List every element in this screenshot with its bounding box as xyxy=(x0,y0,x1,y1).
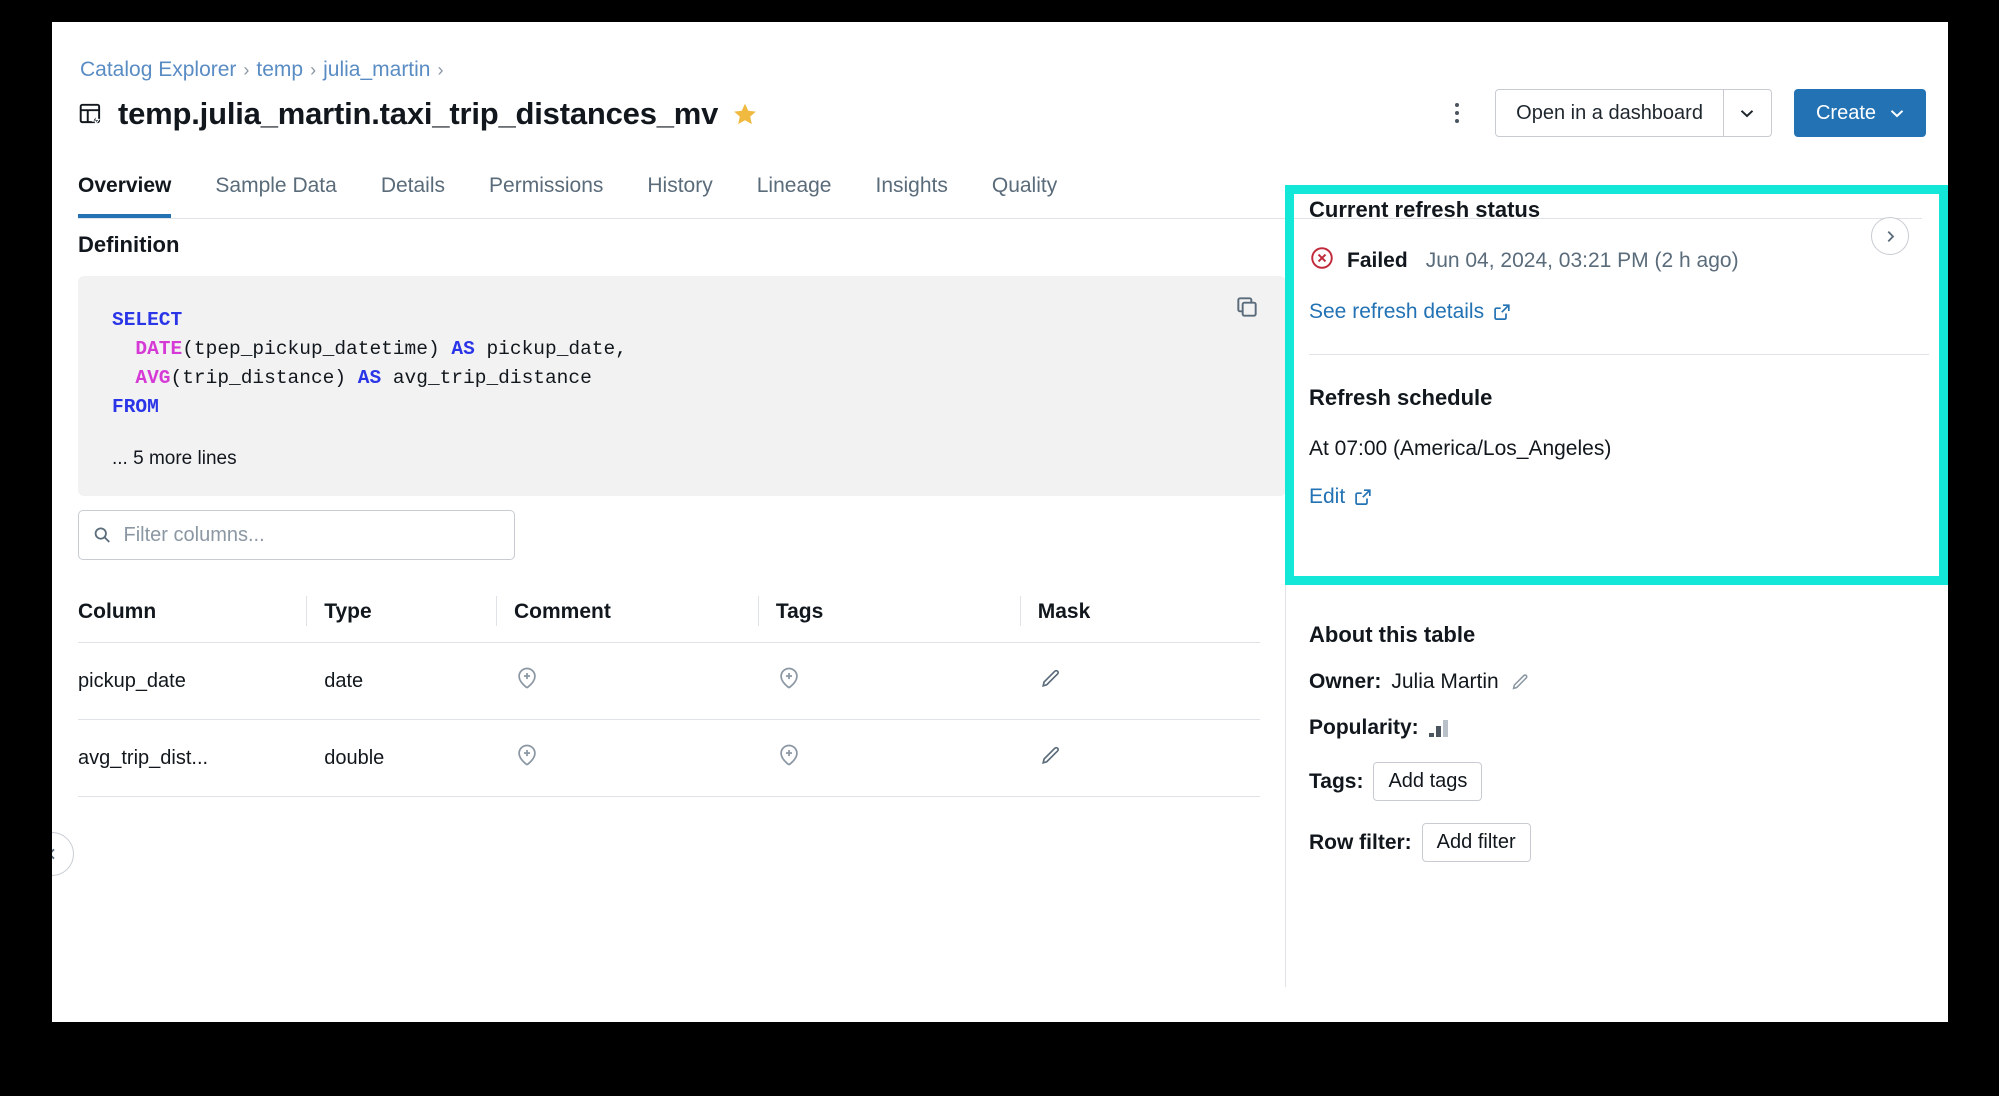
cell-mask xyxy=(1019,642,1260,720)
popularity-label: Popularity: xyxy=(1309,716,1419,739)
pencil-icon[interactable] xyxy=(1038,743,1063,774)
open-in-dashboard-button[interactable]: Open in a dashboard xyxy=(1496,90,1723,136)
tab-details[interactable]: Details xyxy=(359,174,467,218)
definition-more-lines: ... 5 more lines xyxy=(112,448,237,469)
breadcrumb-separator: › xyxy=(243,60,250,80)
columns-table: Column Type Comment Tags Mask pickup_dat… xyxy=(78,592,1260,797)
chevron-down-icon xyxy=(1890,109,1904,117)
open-in-dashboard-split-button: Open in a dashboard xyxy=(1495,89,1772,137)
tab-lineage[interactable]: Lineage xyxy=(735,174,854,218)
error-circle-icon xyxy=(1309,245,1335,276)
tab-history[interactable]: History xyxy=(625,174,734,218)
create-button[interactable]: Create xyxy=(1793,89,1926,137)
page-title: temp.julia_martin.taxi_trip_distances_mv xyxy=(118,96,719,131)
tab-bar: Overview Sample Data Details Permissions… xyxy=(78,174,1079,218)
refresh-status-row: Failed Jun 04, 2024, 03:21 PM (2 h ago) xyxy=(1309,245,1929,276)
column-header-mask[interactable]: Mask xyxy=(1019,592,1260,643)
about-heading: About this table xyxy=(1309,622,1476,647)
cell-tags xyxy=(757,719,1020,797)
cell-mask xyxy=(1019,719,1260,797)
pencil-icon[interactable] xyxy=(1509,671,1531,693)
collapse-sidebar-handle[interactable] xyxy=(52,832,74,876)
column-header-type[interactable]: Type xyxy=(306,592,496,643)
column-header-column[interactable]: Column xyxy=(78,592,307,643)
page-title-row: temp.julia_martin.taxi_trip_distances_mv xyxy=(78,92,758,136)
owner-value: Julia Martin xyxy=(1391,670,1499,693)
filter-columns-input[interactable] xyxy=(123,523,500,547)
status-badge: Failed xyxy=(1347,248,1408,272)
cell-comment xyxy=(496,719,758,797)
expand-refresh-status-button[interactable] xyxy=(1871,217,1909,255)
cell-column-name: avg_trip_dist... xyxy=(78,719,307,797)
tab-overview[interactable]: Overview xyxy=(78,174,193,218)
breadcrumb-separator: › xyxy=(437,60,444,80)
tab-permissions[interactable]: Permissions xyxy=(467,174,625,218)
cell-column-type: date xyxy=(306,642,496,720)
cell-comment xyxy=(496,642,758,720)
see-refresh-details-label: See refresh details xyxy=(1309,300,1485,323)
pencil-icon[interactable] xyxy=(1038,666,1063,697)
sidebar-rule xyxy=(1309,354,1929,355)
chevron-left-icon xyxy=(52,848,55,860)
sidebar-divider xyxy=(1285,232,1286,987)
catalog-explorer-window: Catalog Explorer › temp › julia_martin › temp… xyxy=(52,22,1948,1022)
tab-insights[interactable]: Insights xyxy=(853,174,969,218)
refresh-timestamp: Jun 04, 2024, 03:21 PM (2 h ago) xyxy=(1425,248,1739,272)
add-tags-button[interactable]: Add tags xyxy=(1373,762,1483,801)
definition-sql: SELECT DATE(tpep_pickup_datetime) AS pic… xyxy=(112,309,627,418)
see-refresh-details-link[interactable]: See refresh details xyxy=(1309,300,1511,324)
owner-label: Owner: xyxy=(1309,670,1382,693)
tab-quality[interactable]: Quality xyxy=(970,174,1079,218)
refresh-schedule-text: At 07:00 (America/Los_Angeles) xyxy=(1309,437,1612,460)
open-in-dashboard-dropdown-toggle[interactable] xyxy=(1722,90,1771,136)
star-icon[interactable] xyxy=(732,101,758,127)
cell-column-name: pickup_date xyxy=(78,642,307,720)
breadcrumb: Catalog Explorer › temp › julia_martin › xyxy=(80,58,451,82)
about-this-table-panel: About this table Owner: Julia Martin Pop… xyxy=(1309,622,1929,862)
column-header-comment[interactable]: Comment xyxy=(496,592,758,643)
owner-row: Owner: Julia Martin xyxy=(1309,670,1929,694)
refresh-panel: Current refresh status Failed Jun 04, 20… xyxy=(1309,197,1929,509)
copy-icon[interactable] xyxy=(1234,294,1260,320)
breadcrumb-item-catalog-explorer[interactable]: Catalog Explorer xyxy=(80,58,236,81)
add-tag-icon[interactable] xyxy=(776,742,802,774)
row-filter-label: Row filter: xyxy=(1309,830,1412,854)
tags-label: Tags: xyxy=(1309,769,1364,793)
row-filter-row: Row filter: Add filter xyxy=(1309,823,1929,862)
more-vertical-icon[interactable] xyxy=(1437,90,1477,136)
breadcrumb-item-temp[interactable]: temp xyxy=(256,58,303,81)
breadcrumb-item-julia-martin[interactable]: julia_martin xyxy=(323,58,430,81)
add-tag-icon[interactable] xyxy=(776,665,802,697)
materialized-view-icon xyxy=(78,101,104,127)
popularity-row: Popularity: xyxy=(1309,716,1929,740)
table-row: pickup_date date xyxy=(78,642,1260,720)
table-header-row: Column Type Comment Tags Mask xyxy=(78,592,1260,643)
column-header-tags[interactable]: Tags xyxy=(757,592,1020,643)
refresh-schedule-heading: Refresh schedule xyxy=(1309,385,1493,410)
cell-column-type: double xyxy=(306,719,496,797)
definition-heading: Definition xyxy=(78,232,180,257)
overview-main-column: Definition SELECT DATE(tpep_pickup_datet… xyxy=(78,232,1286,496)
refresh-status-heading: Current refresh status xyxy=(1309,197,1541,222)
filter-columns-box[interactable] xyxy=(78,510,515,560)
external-link-icon xyxy=(1494,304,1510,320)
cell-tags xyxy=(757,642,1020,720)
create-button-label: Create xyxy=(1815,101,1876,124)
breadcrumb-separator: › xyxy=(310,60,317,80)
chevron-right-icon xyxy=(1887,230,1894,242)
screenshot-frame: Catalog Explorer › temp › julia_martin › temp… xyxy=(0,0,1999,1096)
table-row: avg_trip_dist... double xyxy=(78,719,1260,797)
tags-row: Tags: Add tags xyxy=(1309,762,1929,801)
add-comment-icon[interactable] xyxy=(514,742,540,774)
edit-schedule-link[interactable]: Edit xyxy=(1309,485,1372,509)
edit-schedule-label: Edit xyxy=(1309,485,1346,508)
bar-signal-icon xyxy=(1428,719,1448,737)
header-actions: Open in a dashboard Create xyxy=(1437,88,1926,138)
tab-sample-data[interactable]: Sample Data xyxy=(193,174,358,218)
external-link-icon xyxy=(1355,489,1371,505)
add-filter-button[interactable]: Add filter xyxy=(1421,823,1531,862)
search-icon xyxy=(94,527,110,543)
add-comment-icon[interactable] xyxy=(514,665,540,697)
definition-code-block: SELECT DATE(tpep_pickup_datetime) AS pic… xyxy=(78,276,1286,496)
